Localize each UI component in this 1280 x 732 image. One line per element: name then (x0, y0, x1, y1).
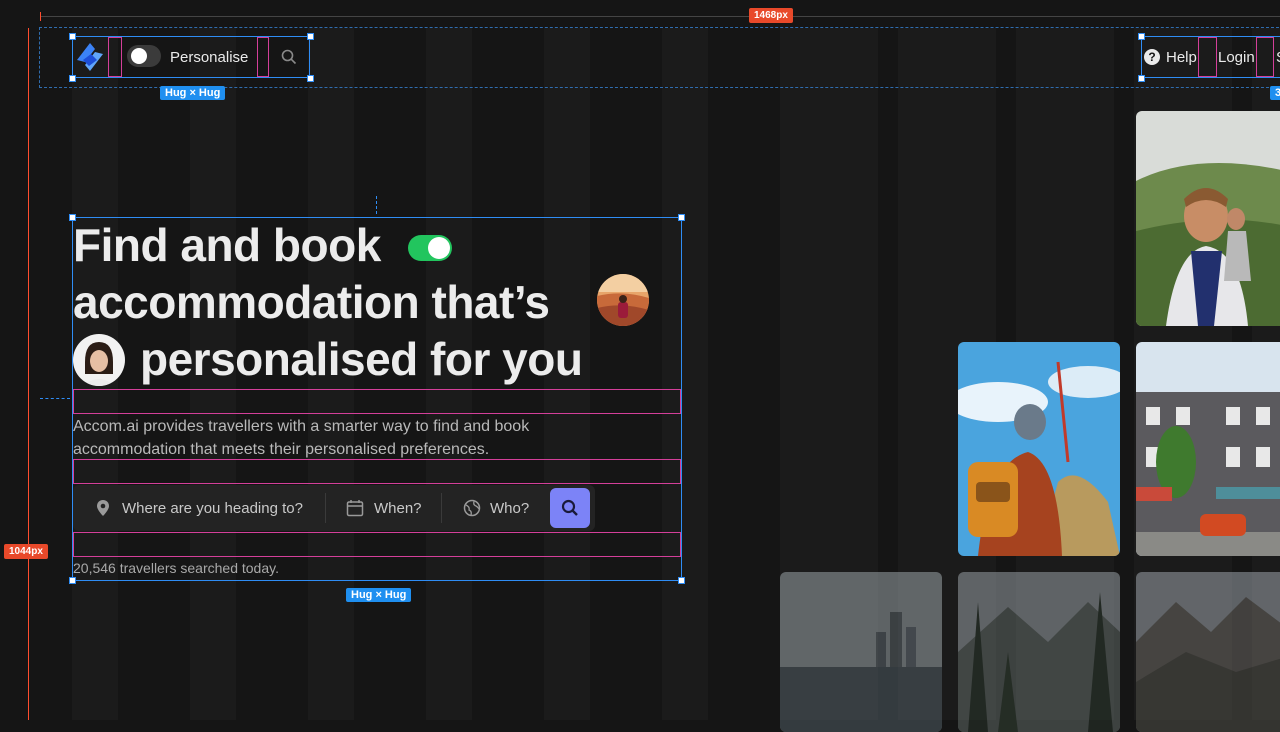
gap-marker (73, 459, 681, 484)
search-divider (325, 493, 326, 523)
where-field[interactable]: Where are you heading to? (95, 485, 303, 531)
hero-description: Accom.ai provides travellers with a smar… (73, 418, 530, 458)
hero-center-guide (376, 196, 377, 214)
gap-marker (73, 532, 681, 557)
selection-handle (1138, 75, 1145, 82)
townhouse-photo (1136, 342, 1280, 556)
search-icon (561, 499, 578, 516)
where-label: Where are you heading to? (122, 499, 303, 517)
canyon-traveller-avatar (597, 274, 649, 326)
when-label: When? (374, 499, 422, 517)
help-link[interactable]: Help (1166, 49, 1197, 66)
hiker-selfie-photo (1136, 111, 1280, 326)
selection-handle (69, 33, 76, 40)
toggle-knob (131, 48, 147, 64)
nav-padding-marker (1256, 37, 1274, 77)
search-divider (441, 493, 442, 523)
hero-hug-label: Hug × Hug (346, 588, 412, 602)
help-icon[interactable]: ? (1144, 49, 1160, 65)
who-field[interactable]: Who? (463, 485, 529, 531)
hero-title-line-3: personalised for you (140, 333, 583, 385)
nav-hug-label: Hug × Hug (160, 86, 226, 100)
when-field[interactable]: When? (346, 485, 422, 531)
selection-handle (678, 214, 685, 221)
hero-left-guide (40, 398, 70, 399)
selection-handle (1138, 33, 1145, 40)
who-label: Who? (490, 499, 530, 517)
selection-handle (307, 75, 314, 82)
city-skyline-photo (780, 572, 942, 732)
nav-right-hug-label: 3 (1270, 86, 1280, 100)
globe-icon (463, 499, 481, 517)
calendar-icon (346, 500, 364, 517)
mountain-range-photo (1136, 572, 1280, 732)
forest-mountain-photo (958, 572, 1120, 732)
nav-padding-marker (108, 37, 122, 77)
search-bar: Where are you heading to? When? Who? (73, 485, 595, 531)
personalise-label[interactable]: Personalise (170, 49, 248, 66)
selection-handle (69, 75, 76, 82)
login-link[interactable]: Login (1218, 49, 1255, 66)
location-pin-icon (97, 500, 109, 516)
woman-avatar (73, 334, 125, 386)
nav-padding-marker (257, 37, 269, 77)
nav-padding-marker (1198, 37, 1217, 77)
nav-search-icon[interactable] (280, 48, 298, 71)
width-badge: 1468px (749, 8, 793, 23)
hero-title-line-2: accommodation that’s (73, 276, 550, 328)
height-badge: 1044px (4, 544, 48, 559)
width-guide-line (40, 16, 1280, 17)
hero-toggle-icon (408, 235, 452, 261)
backpacker-photo (958, 342, 1120, 556)
accom-logo-icon[interactable] (73, 40, 107, 74)
signup-link-partial[interactable]: S (1276, 49, 1280, 66)
search-submit-button[interactable] (550, 488, 590, 528)
selection-handle (678, 577, 685, 584)
hero-title-line-1: Find and book (73, 219, 381, 271)
search-count: 20,546 travellers searched today. (73, 560, 279, 576)
personalise-toggle[interactable] (127, 45, 161, 67)
width-guide-tick (40, 12, 41, 21)
selection-handle (69, 577, 76, 584)
selection-handle (307, 33, 314, 40)
gap-marker (73, 389, 681, 414)
height-guide-line (28, 28, 29, 720)
